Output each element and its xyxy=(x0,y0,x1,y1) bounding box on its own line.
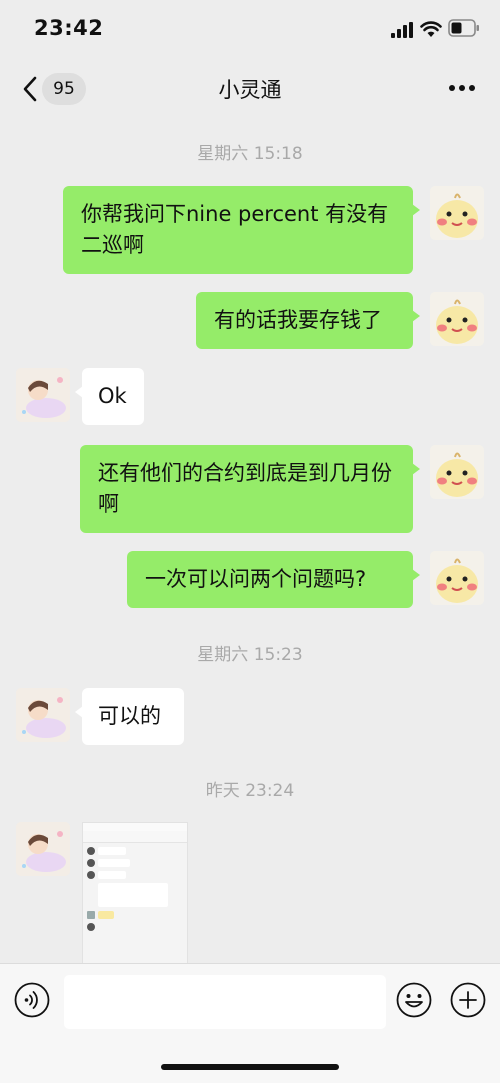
image-message-thumbnail[interactable] xyxy=(82,822,188,966)
thumbnail-chat-title xyxy=(83,831,187,843)
timestamp-divider: 昨天 23:24 xyxy=(205,781,295,801)
message-bubble-sent[interactable]: 你帮我问下nine percent 有没有二巡啊 xyxy=(63,186,420,274)
voice-input-icon[interactable] xyxy=(14,982,50,1018)
more-functions-plus-icon[interactable] xyxy=(450,982,486,1018)
home-indicator xyxy=(161,1064,339,1070)
thumbnail-row xyxy=(87,847,183,855)
cellular-signal-icon xyxy=(391,22,413,38)
timestamp-divider: 星期六 15:23 xyxy=(197,645,303,665)
my-avatar[interactable] xyxy=(430,292,484,346)
message-bubble-sent[interactable]: 有的话我要存钱了 xyxy=(196,292,420,349)
chat-title: 小灵通 xyxy=(218,78,282,102)
my-avatar[interactable] xyxy=(430,445,484,499)
status-time: 23:42 xyxy=(34,16,104,40)
contact-avatar[interactable] xyxy=(16,368,70,422)
girl-avatar-image xyxy=(16,688,70,742)
girl-avatar-image xyxy=(16,822,70,876)
timestamp-divider: 星期六 15:18 xyxy=(197,144,303,164)
thumbnail-row xyxy=(87,859,183,867)
message-bubble-received[interactable]: Ok xyxy=(75,368,144,425)
chick-avatar-image xyxy=(436,452,478,497)
wifi-icon xyxy=(420,21,442,37)
more-options-icon[interactable] xyxy=(446,76,478,100)
contact-avatar[interactable] xyxy=(16,822,70,876)
thumbnail-row xyxy=(87,871,183,879)
my-avatar[interactable] xyxy=(430,551,484,605)
chick-avatar-image xyxy=(436,299,478,344)
message-bubble-sent[interactable]: 一次可以问两个问题吗? xyxy=(127,551,420,608)
chick-avatar-image xyxy=(436,558,478,603)
status-bar: 23:42 xyxy=(0,0,500,60)
thumbnail-row xyxy=(87,883,183,907)
message-bubble-received[interactable]: 可以的 xyxy=(75,688,184,745)
my-avatar[interactable] xyxy=(430,186,484,240)
girl-avatar-image xyxy=(16,368,70,422)
emoji-icon[interactable] xyxy=(396,982,432,1018)
battery-icon xyxy=(448,19,479,37)
thumbnail-row xyxy=(87,923,183,931)
thumbnail-status-bar xyxy=(83,823,187,831)
message-bubble-sent[interactable]: 还有他们的合约到底是到几月份啊 xyxy=(80,445,420,533)
chat-header: 95 小灵通 xyxy=(0,60,500,118)
message-text-input[interactable] xyxy=(64,975,386,1029)
thumbnail-row xyxy=(87,911,183,919)
chick-avatar-image xyxy=(436,193,478,238)
contact-avatar[interactable] xyxy=(16,688,70,742)
